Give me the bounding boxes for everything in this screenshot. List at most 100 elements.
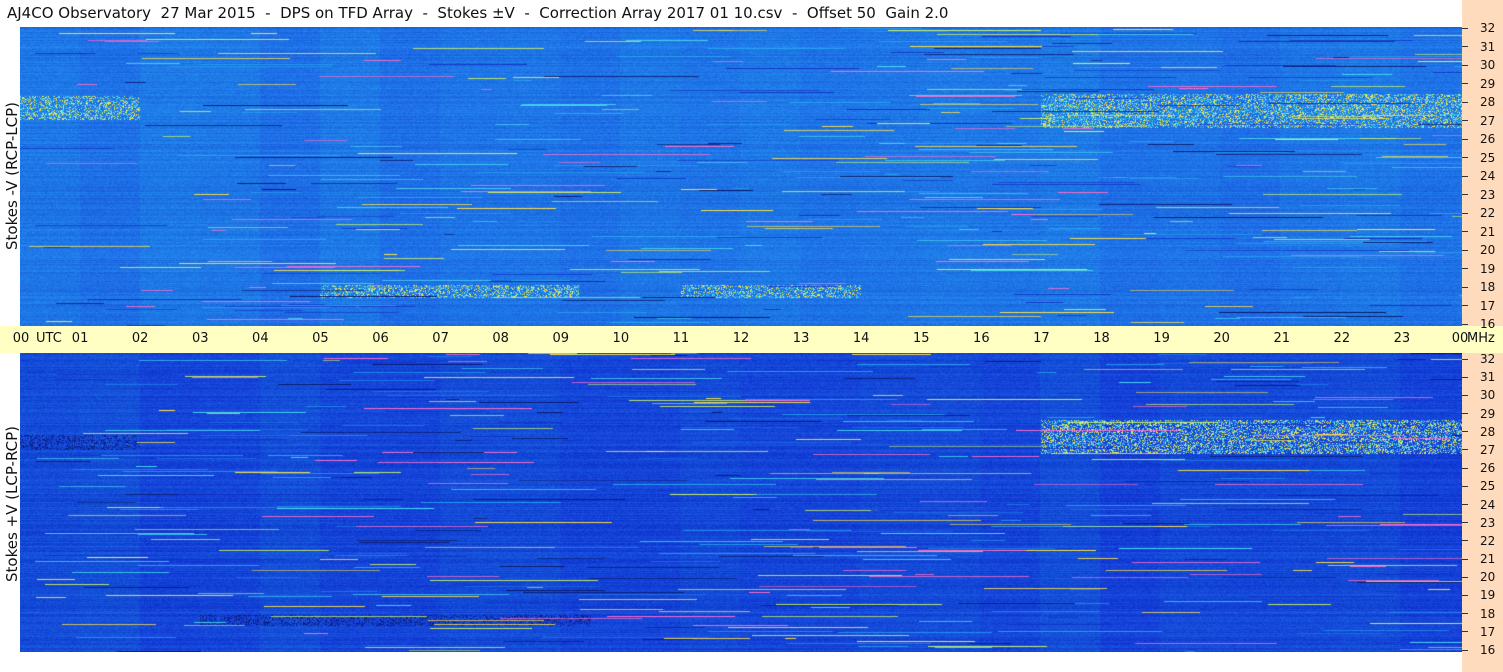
- frequency-tick-mark: [1462, 157, 1468, 158]
- frequency-tick-label: 23: [1480, 515, 1496, 530]
- frequency-tick-label: 25: [1480, 150, 1496, 165]
- frequency-tick-mark: [1462, 194, 1468, 195]
- frequency-tick-mark: [1462, 268, 1468, 269]
- frequency-tick-mark: [1462, 522, 1468, 524]
- frequency-tick-label: 28: [1480, 95, 1496, 109]
- frequency-tick-label: 16: [1480, 317, 1496, 331]
- utc-tick-label: 17: [1033, 331, 1050, 346]
- frequency-tick-mark: [1462, 305, 1468, 306]
- frequency-tick-label: 25: [1480, 479, 1496, 494]
- utc-tick-label: 05: [312, 331, 329, 346]
- utc-tick-label: 06: [372, 331, 389, 346]
- frequency-tick-label: 21: [1480, 224, 1496, 239]
- utc-time-axis: UTC MHz 00 01 02 03 04 05 06 07 08 09 10 11 12 13 14 15…: [0, 326, 1503, 353]
- utc-tick-label: 00: [12, 331, 30, 346]
- frequency-tick-label: 19: [1480, 261, 1496, 276]
- frequency-tick-label: 23: [1480, 187, 1496, 202]
- utc-tick-label: 15: [912, 331, 930, 346]
- frequency-tick-mark: [1462, 212, 1468, 214]
- utc-tick-label: 03: [191, 331, 209, 346]
- utc-tick-label: 20: [1213, 331, 1230, 346]
- frequency-tick-label: 27: [1480, 113, 1496, 128]
- utc-tick-label: 09: [552, 331, 570, 346]
- frequency-tick-mark: [1462, 540, 1468, 542]
- frequency-tick-mark: [1462, 83, 1468, 84]
- frequency-tick-label: 24: [1480, 169, 1496, 183]
- frequency-axis-top: 32 31 30 29 28 27 26 25 24 23 22 21 20 19 18 17 16: [1462, 0, 1503, 331]
- utc-tick-label: 01: [71, 331, 89, 346]
- utc-tick-label: 13: [792, 331, 810, 346]
- frequency-tick-label: 21: [1480, 552, 1496, 567]
- frequency-tick-mark: [1462, 431, 1468, 433]
- frequency-tick-mark: [1462, 27, 1468, 29]
- frequency-tick-mark: [1462, 46, 1468, 47]
- frequency-tick-label: 17: [1480, 298, 1496, 313]
- frequency-tick-mark: [1462, 231, 1468, 232]
- y-axis-label-bottom: Stokes +V (LCP-RCP): [3, 426, 21, 582]
- frequency-tick-mark: [1462, 394, 1468, 396]
- frequency-tick-mark: [1462, 631, 1468, 633]
- frequency-tick-label: 22: [1480, 533, 1496, 548]
- utc-tick-label: 08: [492, 331, 509, 346]
- frequency-tick-label: 20: [1480, 243, 1496, 257]
- frequency-tick-label: 28: [1480, 424, 1496, 439]
- frequency-tick-mark: [1462, 286, 1468, 288]
- frequency-tick-mark: [1462, 613, 1468, 615]
- frequency-tick-label: 20: [1480, 570, 1496, 585]
- utc-tick-label: 11: [672, 331, 690, 346]
- frequency-tick-mark: [1462, 376, 1468, 378]
- frequency-tick-label: 24: [1480, 497, 1496, 512]
- frequency-tick-mark: [1462, 323, 1468, 325]
- frequency-axis-bottom: 32 31 30 29 28 27 26 25 24 23 22 21 20 19 18 17 16: [1462, 352, 1503, 672]
- utc-tick-label: 02: [131, 331, 149, 346]
- spectrogram-stokes-plus-v[interactable]: [20, 353, 1462, 652]
- frequency-tick-label: 31: [1480, 370, 1496, 385]
- frequency-tick-mark: [1462, 504, 1468, 505]
- frequency-tick-label: 26: [1480, 461, 1496, 476]
- frequency-tick-label: 30: [1480, 58, 1496, 72]
- frequency-tick-label: 22: [1480, 206, 1496, 220]
- frequency-tick-label: 31: [1480, 39, 1496, 54]
- frequency-tick-mark: [1462, 576, 1468, 578]
- frequency-tick-mark: [1462, 175, 1468, 177]
- frequency-tick-label: 32: [1480, 352, 1496, 366]
- frequency-tick-label: 17: [1480, 624, 1496, 639]
- utc-tick-label: 21: [1273, 331, 1291, 346]
- frequency-tick-label: 29: [1480, 406, 1496, 421]
- utc-tick-label: 14: [852, 331, 870, 346]
- utc-tick-label: 23: [1393, 331, 1411, 346]
- page-title: AJ4CO Observatory 27 Mar 2015 - DPS on T…: [7, 4, 949, 22]
- mhz-unit-label: MHz: [1467, 331, 1495, 346]
- frequency-tick-mark: [1462, 101, 1468, 103]
- frequency-tick-label: 32: [1480, 21, 1496, 35]
- utc-tick-label: 19: [1153, 331, 1170, 346]
- utc-tick-label: 07: [432, 331, 449, 346]
- utc-tick-label: 18: [1093, 331, 1110, 346]
- frequency-tick-label: 19: [1480, 588, 1496, 603]
- frequency-tick-mark: [1462, 358, 1468, 360]
- frequency-tick-mark: [1462, 64, 1468, 66]
- frequency-tick-mark: [1462, 467, 1468, 469]
- utc-tick-label: 00: [1451, 331, 1469, 346]
- frequency-tick-mark: [1462, 413, 1468, 415]
- utc-tick-label: 16: [973, 331, 990, 346]
- frequency-tick-mark: [1462, 249, 1468, 251]
- spectrogram-stokes-minus-v[interactable]: [20, 27, 1462, 326]
- utc-tick-label: 10: [612, 331, 630, 346]
- frequency-tick-label: 29: [1480, 76, 1496, 91]
- frequency-tick-mark: [1462, 649, 1468, 651]
- utc-tick-label: 04: [252, 331, 269, 346]
- frequency-tick-mark: [1462, 120, 1468, 121]
- frequency-tick-mark: [1462, 558, 1468, 560]
- frequency-tick-mark: [1462, 594, 1468, 596]
- y-axis-label-top: Stokes -V (RCP-LCP): [3, 102, 21, 250]
- frequency-tick-label: 18: [1480, 280, 1496, 294]
- frequency-tick-label: 18: [1480, 606, 1496, 621]
- frequency-tick-label: 30: [1480, 388, 1496, 403]
- utc-unit-label: UTC: [36, 331, 62, 346]
- frequency-tick-mark: [1462, 138, 1468, 140]
- utc-tick-label: 22: [1333, 331, 1351, 346]
- frequency-tick-mark: [1462, 485, 1468, 487]
- utc-tick-label: 12: [732, 331, 750, 346]
- frequency-tick-mark: [1462, 449, 1468, 451]
